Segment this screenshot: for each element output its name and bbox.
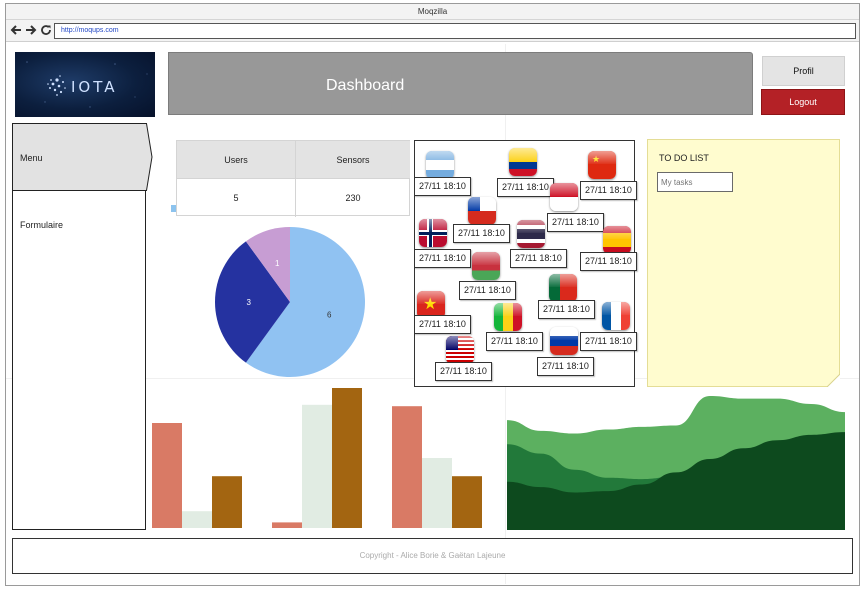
browser-navbar: http://moqups.com <box>6 20 859 42</box>
sensor-timestamp: 27/11 18:10 <box>537 357 594 376</box>
bar <box>152 423 182 528</box>
sidebar <box>12 190 146 530</box>
france-flag-icon[interactable] <box>602 302 630 330</box>
bar-chart <box>152 388 482 528</box>
colombia-flag-icon[interactable] <box>509 148 537 176</box>
thailand-flag-icon[interactable] <box>517 220 545 248</box>
pie-slice-label: 6 <box>327 311 332 320</box>
bar <box>452 476 482 528</box>
page-title: Dashboard <box>326 77 405 94</box>
footer: Copyright - Alice Borie & Gaëtan Lajeune <box>12 538 853 574</box>
belarus-flag-icon[interactable] <box>472 252 500 280</box>
sensor-timestamp: 27/11 18:10 <box>580 252 637 271</box>
spain-flag-icon[interactable] <box>603 226 631 254</box>
address-bar[interactable]: http://moqups.com <box>54 23 856 39</box>
logo-text: IOTA <box>71 78 118 96</box>
bar <box>332 388 362 528</box>
sensor-timestamp: 27/11 18:10 <box>414 315 471 334</box>
sensors-header: Sensors <box>296 141 410 179</box>
logout-button[interactable]: Logout <box>761 89 845 115</box>
bar <box>422 458 452 528</box>
sensor-timestamp: 27/11 18:10 <box>486 332 543 351</box>
sensor-timestamp: 27/11 18:10 <box>414 177 471 196</box>
sensor-timestamp: 27/11 18:10 <box>580 181 637 200</box>
browser-title: Moqzilla <box>6 4 859 20</box>
sensor-timestamp: 27/11 18:10 <box>414 249 471 268</box>
bar <box>182 511 212 528</box>
back-arrow-icon[interactable] <box>10 24 22 36</box>
pie-chart: 6 3 1 <box>215 227 365 377</box>
bar <box>302 404 332 528</box>
iota-logo: IOTA <box>15 52 155 117</box>
portugal-flag-icon[interactable] <box>549 274 577 302</box>
russia-flag-icon[interactable] <box>550 327 578 355</box>
china-flag-icon[interactable]: ★ <box>588 151 616 179</box>
pie-slice-label: 1 <box>275 259 280 268</box>
sensor-timestamp: 27/11 18:10 <box>538 300 595 319</box>
sensor-timestamp: 27/11 18:10 <box>547 213 604 232</box>
chile-flag-icon[interactable] <box>468 197 496 225</box>
bar <box>392 406 422 528</box>
profil-button[interactable]: Profil <box>762 56 845 86</box>
reload-icon[interactable] <box>40 24 52 36</box>
todo-title: TO DO LIST <box>659 153 709 163</box>
stats-divider <box>295 141 296 217</box>
area-chart <box>507 396 845 530</box>
malaysia-flag-icon[interactable] <box>446 336 474 364</box>
sensor-timestamp: 27/11 18:10 <box>453 224 510 243</box>
sensor-timestamp: 27/11 18:10 <box>497 178 554 197</box>
indonesia-flag-icon[interactable] <box>550 183 578 211</box>
menu-label[interactable]: Menu <box>20 153 43 163</box>
bar <box>272 522 302 528</box>
bar <box>212 476 242 528</box>
note-fold <box>827 374 840 387</box>
sensor-timestamp: 27/11 18:10 <box>435 362 492 381</box>
argentina-flag-icon[interactable] <box>426 151 454 179</box>
todo-input[interactable] <box>657 172 733 192</box>
mali-flag-icon[interactable] <box>494 303 522 331</box>
forward-arrow-icon[interactable] <box>25 24 37 36</box>
stats-table: Users Sensors 5 230 <box>176 140 410 217</box>
users-header: Users <box>177 141 295 179</box>
sensors-count: 230 <box>345 193 361 203</box>
sensor-timestamp: 27/11 18:10 <box>580 332 637 351</box>
dashboard-banner: Dashboard <box>168 52 753 115</box>
norway-flag-icon[interactable] <box>419 219 447 247</box>
sidebar-item-formulaire[interactable]: Formulaire <box>20 220 63 230</box>
legend-swatch <box>171 205 176 212</box>
pie-slice-label: 3 <box>247 298 252 307</box>
sensor-timestamp: 27/11 18:10 <box>459 281 516 300</box>
sensor-timestamp: 27/11 18:10 <box>510 249 567 268</box>
users-count: 5 <box>233 193 239 203</box>
